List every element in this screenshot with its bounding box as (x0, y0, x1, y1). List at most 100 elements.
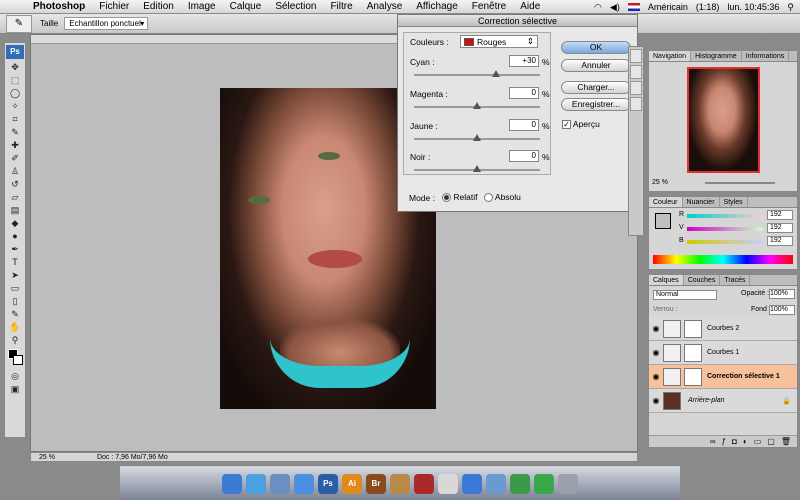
menu-fenetre[interactable]: Fenêtre (465, 1, 513, 12)
mail-icon[interactable] (270, 473, 290, 494)
layer-mask-thumbnail[interactable] (684, 343, 702, 362)
layer-row[interactable]: ◉ Arrière-plan 🔒 (649, 389, 797, 413)
eyedropper-icon[interactable]: ✎ (6, 14, 32, 33)
eraser-tool-icon[interactable]: ▱ (6, 191, 24, 203)
quicktime-icon[interactable] (462, 473, 482, 494)
radio-checked-icon[interactable] (442, 193, 451, 203)
navigator-thumbnail[interactable] (687, 67, 760, 173)
tab-navigation[interactable]: Navigation (649, 51, 692, 61)
history-brush-tool-icon[interactable]: ↺ (6, 178, 24, 190)
menu-calque[interactable]: Calque (223, 1, 269, 12)
app-store-icon[interactable] (534, 473, 554, 494)
menu-selection[interactable]: Sélection (268, 1, 323, 12)
checkbox-checked-icon[interactable]: ✓ (562, 120, 571, 130)
wifi-icon[interactable]: ◠ (594, 2, 602, 13)
stamp-tool-icon[interactable]: ♙ (6, 165, 24, 177)
panel-icon-2[interactable] (630, 65, 642, 79)
cyan-slider-track[interactable] (414, 74, 540, 76)
noir-value[interactable]: 0 (509, 150, 539, 162)
chrome-icon[interactable] (510, 473, 530, 494)
tab-calques[interactable]: Calques (649, 275, 684, 285)
panel-icon-3[interactable] (630, 81, 642, 95)
safari-icon[interactable] (246, 473, 266, 494)
cyan-slider-thumb[interactable] (491, 70, 500, 77)
photo-booth-icon[interactable] (414, 473, 434, 494)
layer-name[interactable]: Correction sélective 1 (707, 373, 780, 380)
path-select-tool-icon[interactable]: ➤ (6, 269, 24, 281)
channel-b-slider[interactable] (687, 240, 763, 244)
foreground-color-swatch[interactable] (655, 213, 671, 229)
navigator-zoom-slider[interactable] (705, 182, 775, 184)
new-group-icon[interactable]: ▭ (754, 437, 762, 446)
tab-styles[interactable]: Styles (720, 197, 748, 207)
notes-tool-icon[interactable]: ▯ (6, 295, 24, 307)
lasso-tool-icon[interactable]: ◯ (6, 87, 24, 99)
photoshop-icon[interactable]: Ps (318, 473, 338, 494)
type-tool-icon[interactable]: T (6, 256, 24, 268)
color-spectrum-bar[interactable] (653, 255, 793, 264)
channel-r-slider[interactable] (687, 214, 763, 218)
zoom-level[interactable]: 25 % (39, 454, 55, 461)
fill-value[interactable]: 100% (769, 305, 795, 315)
menu-fichier[interactable]: Fichier (92, 1, 136, 12)
ical-icon[interactable] (438, 473, 458, 494)
move-tool-icon[interactable]: ✥ (6, 61, 24, 73)
preview-option[interactable]: ✓ Aperçu (562, 119, 600, 130)
menu-edition[interactable]: Edition (136, 1, 181, 12)
layer-name[interactable]: Arrière-plan (688, 397, 725, 404)
layer-name[interactable]: Courbes 2 (707, 325, 739, 332)
tab-informations[interactable]: Informations (742, 51, 790, 61)
preview-icon[interactable] (486, 473, 506, 494)
layer-row[interactable]: ◉ Courbes 1 (649, 341, 797, 365)
ok-button[interactable]: OK (561, 41, 631, 54)
jaune-slider-thumb[interactable] (473, 134, 481, 141)
itunes-icon[interactable] (294, 473, 314, 494)
layer-row[interactable]: ◉ Courbes 2 (649, 317, 797, 341)
magic-wand-tool-icon[interactable]: ✧ (6, 100, 24, 112)
address-book-icon[interactable] (390, 473, 410, 494)
add-mask-icon[interactable]: ◘ (732, 437, 737, 446)
channel-v-value[interactable]: 192 (767, 223, 793, 233)
menu-analyse[interactable]: Analyse (360, 1, 410, 12)
illustrator-icon[interactable]: Ai (342, 473, 362, 494)
keyboard-layout[interactable]: Américain (648, 2, 688, 12)
layer-name[interactable]: Courbes 1 (707, 349, 739, 356)
blend-mode-select[interactable]: Normal (653, 290, 717, 300)
channel-r-value[interactable]: 192 (767, 210, 793, 220)
menu-app[interactable]: Photoshop (26, 1, 92, 12)
tab-traces[interactable]: Tracés (720, 275, 751, 285)
load-button[interactable]: Charger... (561, 81, 631, 94)
new-layer-icon[interactable]: ▢ (767, 437, 775, 446)
panel-icon-1[interactable] (630, 49, 642, 63)
cyan-value[interactable]: +30 (509, 55, 539, 67)
crop-tool-icon[interactable]: ⌗ (6, 113, 24, 125)
flag-icon[interactable] (627, 3, 640, 11)
delete-layer-icon[interactable]: 🗑 (781, 437, 791, 446)
finder-icon[interactable] (222, 473, 242, 494)
marquee-tool-icon[interactable]: ⬚ (6, 74, 24, 86)
brush-tool-icon[interactable]: ✐ (6, 152, 24, 164)
tab-couleur[interactable]: Couleur (649, 197, 683, 207)
eyedropper-tool-icon[interactable]: ✎ (6, 126, 24, 138)
sample-size-select[interactable]: Echantillon ponctuel (64, 17, 149, 30)
channel-v-slider[interactable] (687, 227, 763, 231)
layer-mask-thumbnail[interactable] (684, 319, 702, 338)
tab-histogramme[interactable]: Histogramme (691, 51, 742, 61)
adjustment-layer-icon[interactable]: ◐ (743, 437, 748, 446)
zoom-tool-icon[interactable]: ⚲ (6, 334, 24, 346)
eye-icon[interactable]: ◉ (649, 324, 663, 333)
color-swatches-icon[interactable] (6, 347, 24, 369)
cancel-button[interactable]: Annuler (561, 59, 631, 72)
healing-tool-icon[interactable]: ✚ (6, 139, 24, 151)
spotlight-icon[interactable]: ⚲ (787, 2, 794, 13)
layer-mask-thumbnail[interactable] (684, 367, 702, 386)
menu-aide[interactable]: Aide (513, 1, 547, 12)
radio-unchecked-icon[interactable] (484, 193, 493, 203)
blur-tool-icon[interactable]: ◆ (6, 217, 24, 229)
eye-icon[interactable]: ◉ (649, 372, 663, 381)
battery-status[interactable]: (1:18) (696, 2, 720, 12)
eye-icon[interactable]: ◉ (649, 396, 663, 405)
bridge-icon[interactable]: Br (366, 473, 386, 494)
trash-icon[interactable] (558, 473, 578, 494)
channel-b-value[interactable]: 192 (767, 236, 793, 246)
